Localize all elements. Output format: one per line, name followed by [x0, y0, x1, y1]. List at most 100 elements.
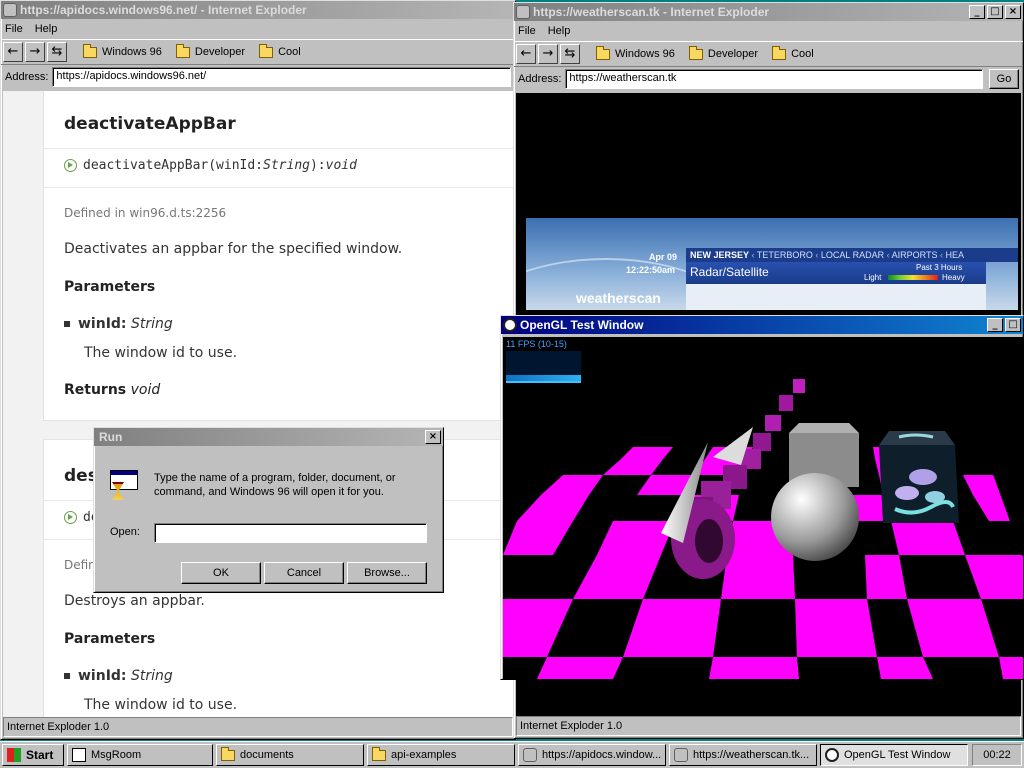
- textured-cube: [879, 431, 959, 523]
- param-item: winId: String: [44, 316, 193, 332]
- start-label: Start: [26, 748, 54, 762]
- close-button[interactable]: ×: [1005, 5, 1021, 19]
- ie-icon: [3, 3, 17, 17]
- maximize-icon: □: [990, 6, 1000, 17]
- weatherscan-titlebar[interactable]: https://weatherscan.tk - Internet Explod…: [514, 3, 1023, 21]
- refresh-icon: ⇆: [564, 46, 576, 61]
- arrow-right-icon: →: [29, 44, 41, 59]
- refresh-button[interactable]: ⇆: [47, 42, 67, 62]
- opengl-titlebar[interactable]: OpenGL Test Window _ □: [501, 316, 1023, 334]
- task-label: api-examples: [391, 749, 457, 761]
- back-button[interactable]: ←: [516, 44, 536, 64]
- task-documents[interactable]: documents: [216, 744, 364, 766]
- opengl-canvas[interactable]: 11 FPS (10-15): [503, 337, 1023, 679]
- grey-sphere: [771, 473, 859, 561]
- task-label: documents: [240, 749, 294, 761]
- location-state: NEW JERSEY: [690, 250, 750, 260]
- task-label: https://weatherscan.tk...: [693, 749, 810, 761]
- sig-name: deactivateAppBar(winId:: [83, 158, 264, 173]
- address-input[interactable]: https://apidocs.windows96.net/: [52, 67, 511, 87]
- link-cool[interactable]: Cool: [259, 43, 301, 58]
- link-label: Cool: [791, 48, 814, 60]
- run-message: Type the name of a program, folder, docu…: [154, 472, 396, 498]
- task-weatherscan[interactable]: https://weatherscan.tk...: [669, 744, 817, 766]
- arrow-left-icon: ←: [7, 44, 19, 59]
- param-type: String: [130, 668, 173, 684]
- ok-button[interactable]: OK: [181, 562, 261, 584]
- folder-icon: [772, 45, 787, 60]
- close-button[interactable]: ×: [425, 430, 441, 444]
- menu-file[interactable]: File: [5, 23, 23, 35]
- window-title: https://weatherscan.tk - Internet Explod…: [533, 5, 770, 19]
- link-developer[interactable]: Developer: [688, 45, 758, 60]
- link-developer[interactable]: Developer: [175, 43, 246, 58]
- taskbar: Start MsgRoom documents api-examples htt…: [0, 741, 1024, 768]
- start-button[interactable]: Start: [2, 744, 64, 766]
- forward-button[interactable]: →: [25, 42, 45, 62]
- go-button[interactable]: Go: [989, 69, 1019, 89]
- param-item: winId: String: [44, 668, 193, 684]
- maximize-icon: □: [1008, 319, 1018, 330]
- task-label: https://apidocs.window...: [542, 749, 662, 761]
- method-icon: [64, 159, 77, 172]
- hourglass-icon: [112, 482, 124, 500]
- penguin-icon: [503, 318, 517, 332]
- menubar: File Help: [1, 19, 515, 39]
- link-label: Developer: [194, 46, 246, 58]
- task-apidocs[interactable]: https://apidocs.window...: [518, 744, 666, 766]
- minimize-button[interactable]: _: [969, 5, 985, 19]
- address-input[interactable]: https://weatherscan.tk: [565, 69, 983, 89]
- link-label: Windows 96: [102, 46, 162, 58]
- maximize-button[interactable]: □: [1005, 318, 1021, 332]
- refresh-button[interactable]: ⇆: [560, 44, 580, 64]
- system-clock[interactable]: 00:22: [972, 744, 1022, 766]
- open-input[interactable]: [154, 523, 427, 543]
- open-label: Open:: [110, 526, 140, 538]
- menu-help[interactable]: Help: [548, 25, 571, 37]
- back-button[interactable]: ←: [3, 42, 23, 62]
- location-bar: NEW JERSEY ‹ TETERBORO ‹ LOCAL RADAR ‹ A…: [686, 248, 1018, 262]
- status-bar: Internet Exploder 1.0: [3, 717, 513, 737]
- cancel-button[interactable]: Cancel: [264, 562, 344, 584]
- weatherscan-logo: weatherscan: [576, 290, 661, 306]
- banner-panel-body: [686, 284, 986, 310]
- params-heading: Parameters: [64, 279, 156, 295]
- menu-file[interactable]: File: [518, 25, 536, 37]
- task-opengl[interactable]: OpenGL Test Window: [820, 744, 968, 766]
- minimize-button[interactable]: _: [987, 318, 1003, 332]
- toolbar: ← → ⇆ Windows 96 Developer Cool: [514, 41, 1023, 67]
- browse-button[interactable]: Browse...: [347, 562, 427, 584]
- maximize-button[interactable]: □: [987, 5, 1003, 19]
- menubar: File Help: [514, 21, 1023, 41]
- crumb: TETERBORO: [756, 250, 813, 260]
- task-api-examples[interactable]: api-examples: [367, 744, 515, 766]
- status-bar: Internet Exploder 1.0: [516, 716, 1021, 736]
- radar-legend-scale: [888, 275, 938, 280]
- menu-help[interactable]: Help: [35, 23, 58, 35]
- task-label: OpenGL Test Window: [844, 749, 951, 761]
- doc-signature: deactivateAppBar(winId: String): void: [44, 158, 377, 173]
- task-label: MsgRoom: [91, 749, 142, 761]
- link-cool[interactable]: Cool: [772, 45, 814, 60]
- minimize-icon: _: [992, 319, 998, 330]
- returns-type: void: [130, 382, 161, 398]
- legend-heavy: Heavy: [942, 273, 965, 282]
- link-windows96[interactable]: Windows 96: [83, 43, 162, 58]
- returns: Returns void: [44, 382, 180, 398]
- refresh-icon: ⇆: [51, 44, 63, 59]
- task-msgroom[interactable]: MsgRoom: [67, 744, 213, 766]
- weatherscan-banner: Apr 09 12:22:50am weatherscan NEW JERSEY…: [526, 218, 1018, 310]
- link-windows96[interactable]: Windows 96: [596, 45, 675, 60]
- method-icon: [64, 511, 77, 524]
- folder-icon: [83, 43, 97, 58]
- apidocs-titlebar[interactable]: https://apidocs.windows96.net/ - Interne…: [1, 1, 515, 19]
- past-hours: Past 3 Hours: [916, 263, 963, 272]
- opengl-scene: [503, 379, 1023, 679]
- doc-card-deactivate: deactivateAppBar deactivateAppBar(winId:…: [43, 91, 515, 421]
- forward-button[interactable]: →: [538, 44, 558, 64]
- link-label: Cool: [278, 46, 301, 58]
- banner-time: 12:22:50am: [626, 265, 676, 275]
- run-titlebar[interactable]: Run ×: [94, 428, 443, 446]
- minimize-icon: _: [974, 6, 980, 17]
- run-dialog: Run × Type the name of a program, folder…: [93, 427, 444, 593]
